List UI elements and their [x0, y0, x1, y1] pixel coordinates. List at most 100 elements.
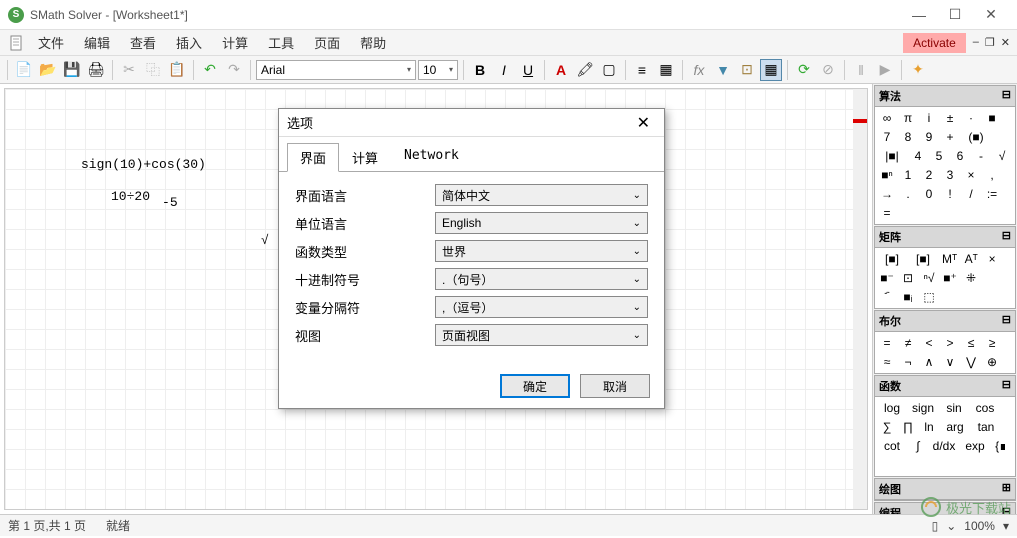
- palette-button[interactable]: ±: [940, 109, 960, 127]
- palette-button[interactable]: ∧: [919, 353, 939, 371]
- font-color-icon[interactable]: A: [550, 59, 572, 81]
- palette-button[interactable]: 5: [929, 147, 949, 165]
- open-icon[interactable]: 📂: [37, 59, 59, 81]
- palette-button[interactable]: ■ᵢ: [898, 288, 918, 306]
- palette-button[interactable]: cot: [877, 437, 907, 455]
- menu-3[interactable]: 插入: [166, 29, 212, 56]
- palette-button[interactable]: π: [898, 109, 918, 127]
- minimize-button[interactable]: —: [901, 1, 937, 29]
- palette-button[interactable]: ×: [961, 166, 981, 184]
- palette-button[interactable]: Mᵀ: [939, 250, 960, 268]
- palette-button[interactable]: ■: [982, 109, 1002, 127]
- refresh-icon[interactable]: ⟳: [793, 59, 815, 81]
- ok-button[interactable]: 确定: [500, 374, 570, 398]
- palette-button[interactable]: sin: [939, 399, 969, 417]
- font-family-select[interactable]: Arial▾: [256, 60, 416, 80]
- palette-button[interactable]: ∏: [898, 418, 918, 436]
- palette-button[interactable]: ■⁺: [940, 269, 960, 287]
- print-icon[interactable]: 🖨: [85, 59, 107, 81]
- palette-button[interactable]: tan: [971, 418, 1001, 436]
- palette-button[interactable]: .: [898, 185, 918, 203]
- unit-icon[interactable]: ⊡: [736, 59, 758, 81]
- palette-button[interactable]: sign: [908, 399, 938, 417]
- palette-button[interactable]: ⊕: [982, 353, 1002, 371]
- menu-6[interactable]: 页面: [304, 29, 350, 56]
- vertical-scrollbar[interactable]: [853, 89, 867, 509]
- palette-button[interactable]: √: [992, 147, 1012, 165]
- palette-button[interactable]: exp: [960, 437, 990, 455]
- palette-button[interactable]: ∞: [877, 109, 897, 127]
- palette-button[interactable]: arg: [940, 418, 970, 436]
- child-close-button[interactable]: ✕: [998, 36, 1013, 49]
- palette-button[interactable]: |■|: [877, 147, 907, 165]
- palette-button[interactable]: ■⁻: [877, 269, 897, 287]
- form-select-0[interactable]: 简体中文⌄: [435, 184, 648, 206]
- play-icon[interactable]: ▶: [874, 59, 896, 81]
- palette-button[interactable]: =: [877, 204, 897, 222]
- cancel-button[interactable]: 取消: [580, 374, 650, 398]
- palette-button[interactable]: ≥: [982, 334, 1002, 352]
- palette-button[interactable]: ≠: [898, 334, 918, 352]
- palette-button[interactable]: ⁜: [961, 269, 981, 287]
- palette-button[interactable]: 4: [908, 147, 928, 165]
- palette-button[interactable]: [■]: [908, 250, 938, 268]
- palette-button[interactable]: ≈: [877, 353, 897, 371]
- palette-button[interactable]: ≤: [961, 334, 981, 352]
- align-icon[interactable]: ≡: [631, 59, 653, 81]
- mode-indicator[interactable]: ▯: [932, 519, 939, 533]
- palette-button[interactable]: ∨: [940, 353, 960, 371]
- panel-header[interactable]: 算法⊟: [875, 86, 1015, 107]
- settings-icon[interactable]: ✦: [907, 59, 929, 81]
- pause-icon[interactable]: ‖: [850, 59, 872, 81]
- save-icon[interactable]: 💾: [61, 59, 83, 81]
- palette-button[interactable]: [940, 456, 960, 474]
- palette-button[interactable]: -: [971, 147, 991, 165]
- palette-button[interactable]: ∙: [961, 109, 981, 127]
- palette-button[interactable]: {∎: [991, 437, 1011, 455]
- palette-button[interactable]: log: [877, 399, 907, 417]
- redo-icon[interactable]: ↷: [223, 59, 245, 81]
- palette-button[interactable]: ■ⁿ: [877, 166, 897, 184]
- stop-icon[interactable]: ⊘: [817, 59, 839, 81]
- panel-header[interactable]: 矩阵⊟: [875, 227, 1015, 248]
- dialog-tab-2[interactable]: Network: [391, 143, 472, 172]
- palette-button[interactable]: (■): [961, 128, 991, 146]
- dialog-close-button[interactable]: ✕: [631, 113, 656, 133]
- new-icon[interactable]: 📄: [13, 59, 35, 81]
- formula-expression[interactable]: sign(10)+cos(30): [81, 157, 206, 172]
- cut-icon[interactable]: ✂: [118, 59, 140, 81]
- palette-button[interactable]: ln: [919, 418, 939, 436]
- palette-button[interactable]: 7: [877, 128, 897, 146]
- form-select-3[interactable]: .（句号）⌄: [435, 268, 648, 290]
- palette-button[interactable]: =: [877, 334, 897, 352]
- palette-button[interactable]: ∫: [908, 437, 928, 455]
- close-button[interactable]: ✕: [973, 1, 1009, 29]
- palette-button[interactable]: >: [940, 334, 960, 352]
- form-select-2[interactable]: 世界⌄: [435, 240, 648, 262]
- grid-icon[interactable]: ▦: [655, 59, 677, 81]
- panel-header[interactable]: 函数⊟: [875, 376, 1015, 397]
- palette-button[interactable]: 3: [940, 166, 960, 184]
- palette-button[interactable]: +: [940, 128, 960, 146]
- border-icon[interactable]: ▢: [598, 59, 620, 81]
- highlight-icon[interactable]: 🖍: [574, 59, 596, 81]
- palette-button[interactable]: i: [919, 109, 939, 127]
- child-restore-button[interactable]: ❐: [982, 36, 998, 49]
- palette-button[interactable]: ×: [982, 250, 1002, 268]
- copy-icon[interactable]: ⿻: [142, 59, 164, 81]
- italic-button[interactable]: I: [493, 59, 515, 81]
- formula-expression[interactable]: 10÷20-5: [111, 189, 166, 204]
- undo-icon[interactable]: ↶: [199, 59, 221, 81]
- palette-button[interactable]: ¬: [898, 353, 918, 371]
- child-minimize-button[interactable]: –: [970, 36, 982, 49]
- form-select-1[interactable]: English⌄: [435, 212, 648, 234]
- menu-1[interactable]: 编辑: [74, 29, 120, 56]
- form-select-4[interactable]: ,（逗号）⌄: [435, 296, 648, 318]
- font-size-select[interactable]: 10▾: [418, 60, 458, 80]
- palette-button[interactable]: ⁿ√: [919, 269, 939, 287]
- fx-icon[interactable]: fx: [688, 59, 710, 81]
- menu-2[interactable]: 查看: [120, 29, 166, 56]
- palette-button[interactable]: [877, 456, 897, 474]
- menu-7[interactable]: 帮助: [350, 29, 396, 56]
- dialog-tab-1[interactable]: 计算: [339, 143, 391, 172]
